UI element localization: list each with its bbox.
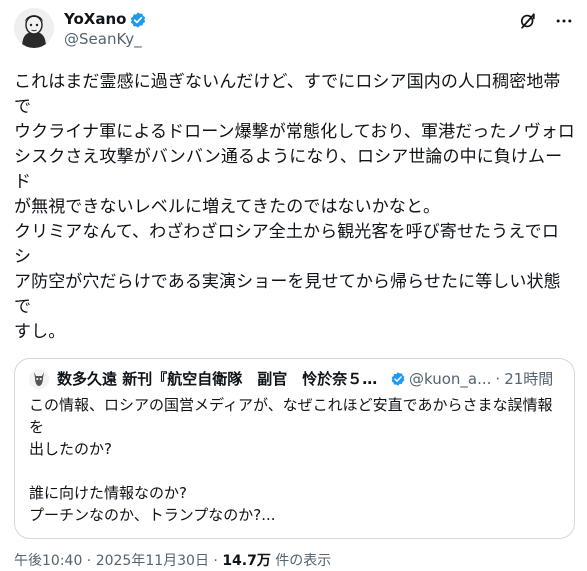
tweet-text: これはまだ霊感に過ぎないんだけど、すでにロシア国内の人口稠密地帯で ウクライナ軍… bbox=[14, 72, 575, 342]
verified-badge-icon bbox=[129, 11, 147, 29]
more-icon[interactable] bbox=[553, 10, 575, 32]
author-display-name[interactable]: YoXano bbox=[64, 10, 126, 29]
timestamp[interactable]: 午後10:40 · 2025年11月30日 · bbox=[14, 553, 222, 569]
quoted-tweet-header: 数多久遠 新刊『航空自衛隊 副官 怜於奈５』7/... @kuon_a... ·… bbox=[29, 369, 562, 389]
views-count: 14.7万 bbox=[222, 553, 271, 569]
quoted-tweet-text: この情報、ロシアの国営メディアが、なぜこれほど安直であからさまな誤情報を 出した… bbox=[29, 396, 553, 524]
quoted-time: 21時間 bbox=[504, 370, 554, 388]
quoted-author-name: 数多久遠 新刊『航空自衛隊 副官 怜於奈５』7/... bbox=[57, 370, 387, 388]
quoted-author-handle: @kuon_a... bbox=[409, 370, 492, 388]
verified-badge-icon bbox=[390, 371, 406, 387]
tweet-meta: 午後10:40 · 2025年11月30日 · 14.7万 件の表示 bbox=[14, 551, 575, 571]
author-avatar[interactable] bbox=[14, 8, 54, 48]
author-names: YoXano @SeanKy_ bbox=[64, 10, 147, 49]
tweet: YoXano @SeanKy_ これはまだ霊感に過ぎないんだけど、すでにロシア国… bbox=[0, 0, 587, 569]
quoted-author-avatar bbox=[29, 369, 49, 389]
grok-icon[interactable] bbox=[517, 10, 539, 32]
views-label: 件の表示 bbox=[270, 553, 332, 569]
header-actions bbox=[517, 8, 575, 32]
separator-dot: · bbox=[495, 370, 501, 388]
author-handle[interactable]: @SeanKy_ bbox=[64, 29, 147, 49]
tweet-header: YoXano @SeanKy_ bbox=[14, 8, 575, 56]
